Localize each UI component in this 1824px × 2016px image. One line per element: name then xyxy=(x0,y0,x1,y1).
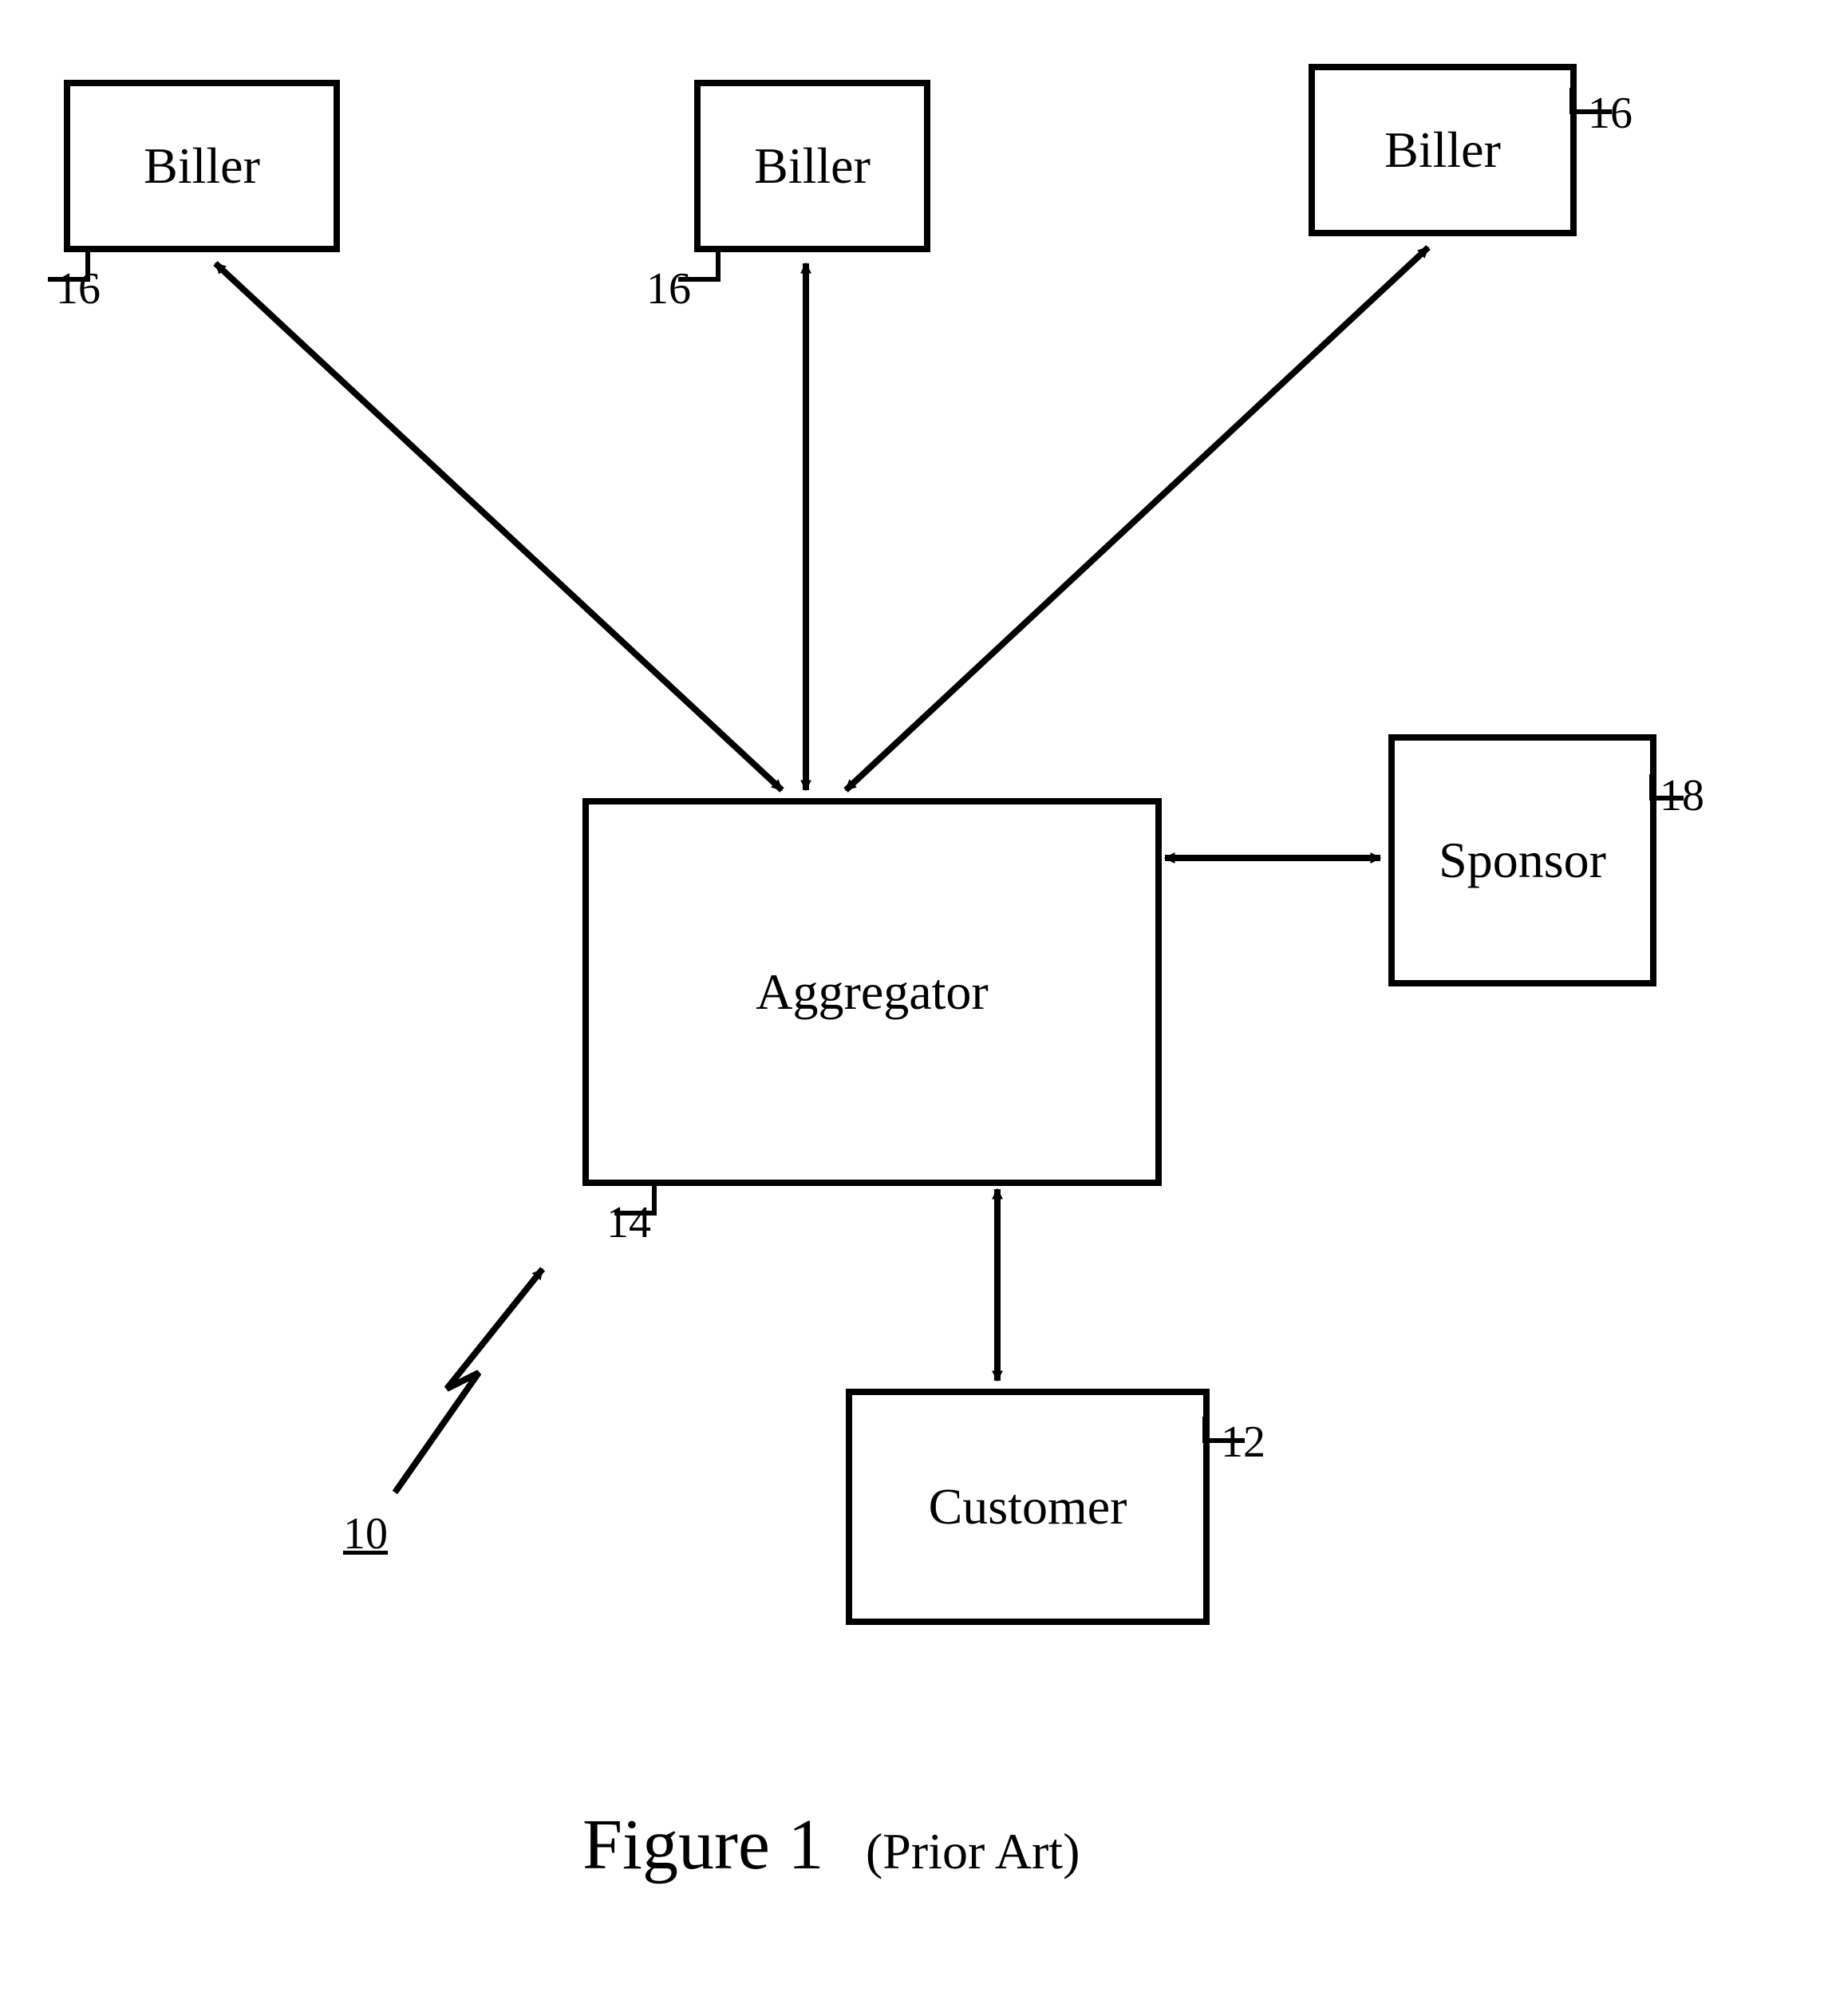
node-label: Aggregator xyxy=(756,963,988,1022)
figure-caption: Figure 1 (Prior Art) xyxy=(582,1804,1080,1886)
node-aggregator: Aggregator xyxy=(582,798,1162,1186)
node-label: Customer xyxy=(929,1477,1127,1536)
node-label: Biller xyxy=(1384,121,1501,180)
diagram-stage: Biller Biller Biller Aggregator Sponsor … xyxy=(0,0,1824,2016)
ref-aggregator: 14 xyxy=(606,1197,651,1248)
node-biller-mid: Biller xyxy=(694,80,930,252)
figure-title: Figure 1 xyxy=(582,1805,823,1884)
node-sponsor: Sponsor xyxy=(1388,734,1656,986)
ref-biller-left: 16 xyxy=(56,263,101,314)
ref-customer: 12 xyxy=(1221,1417,1265,1468)
edge-biller-right-aggregator xyxy=(846,247,1428,790)
node-label: Biller xyxy=(144,136,260,196)
node-label: Sponsor xyxy=(1439,831,1606,890)
ref-system: 10 xyxy=(343,1508,388,1559)
figure-subtitle: (Prior Art) xyxy=(866,1823,1080,1880)
node-customer: Customer xyxy=(846,1389,1210,1625)
system-leader xyxy=(395,1269,543,1492)
ref-sponsor: 18 xyxy=(1660,770,1704,821)
node-biller-right: Biller xyxy=(1309,64,1577,236)
ref-biller-mid: 16 xyxy=(646,263,691,314)
node-biller-left: Biller xyxy=(64,80,340,252)
node-label: Biller xyxy=(754,136,871,196)
edge-biller-left-aggregator xyxy=(215,263,782,790)
ref-biller-right: 16 xyxy=(1588,88,1633,139)
